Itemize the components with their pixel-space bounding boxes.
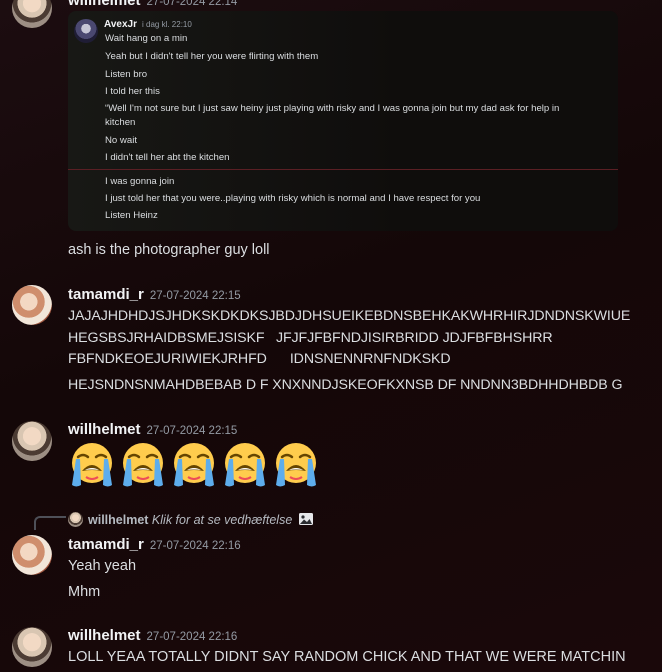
avatar[interactable] [12,627,52,667]
reply-author[interactable]: willhelmet [88,513,148,527]
avatar[interactable] [12,535,52,575]
username[interactable]: willhelmet [68,0,141,9]
username[interactable]: willhelmet [68,421,141,438]
embed-line: Listen Heinz [105,210,158,221]
avatar[interactable] [12,285,52,325]
loudly-crying-face-icon[interactable] [119,441,167,489]
timestamp: 27-07-2024 22:15 [149,290,241,302]
embed-line: I was gonna join [105,176,175,187]
message-text: HEGSBSJRHAIDBSMEJSISKF JFJFJFBFNDJISIRBR… [68,330,553,346]
loudly-crying-face-icon[interactable] [170,441,218,489]
embed-line: I just told her that you were..playing w… [105,193,481,204]
avatar[interactable] [68,512,83,527]
message-header: tamamdi_r 27-07-2024 22:15 [68,286,241,304]
message-header: willhelmet 27-07-2024 22:14 [68,0,237,10]
reply-text[interactable]: Klik for at se vedhæftelse [152,513,292,527]
message-text: Mhm [68,584,101,600]
embed-line: Wait hang on a min [105,33,188,44]
message-text: HEJSNDNSNMAHDBEBAB D F XNXNNDJSKEOFKXNSB… [68,377,623,393]
message-text: LOLL YEAA TOTALLY DIDNT SAY RANDOM CHICK… [68,649,626,665]
embed-line: I didn't tell her abt the kitchen [105,152,230,163]
embed-author: AvexJr [104,19,137,30]
message-header: tamamdi_r 27-07-2024 22:16 [68,536,241,554]
username[interactable]: tamamdi_r [68,286,144,303]
avatar [74,19,98,43]
embed-timestamp: i dag kl. 22:10 [142,20,192,29]
timestamp: 27-07-2024 22:16 [146,631,238,643]
timestamp: 27-07-2024 22:14 [146,0,238,8]
embed-line: “Well I'm not sure but I just saw heiny … [105,103,560,114]
message-text: ash is the photographer guy loll [68,242,270,258]
message-text: Yeah yeah [68,558,137,574]
avatar[interactable] [12,421,52,461]
image-icon [298,513,313,525]
embed-line: I told her this [105,86,160,97]
embed-line: Yeah but I didn't tell her you were flir… [105,51,319,62]
message-header: willhelmet 27-07-2024 22:16 [68,627,237,645]
reply-preview[interactable]: willhelmet Klik for at se vedhæftelse [88,512,314,527]
forwarded-message-embed[interactable]: AvexJr i dag kl. 22:10 Wait hang on a mi… [68,11,618,231]
message-header: willhelmet 27-07-2024 22:15 [68,421,237,439]
reply-connector [34,516,66,530]
timestamp: 27-07-2024 22:16 [149,540,241,552]
loudly-crying-face-icon[interactable] [272,441,320,489]
embed-separator [68,169,618,170]
embed-line: Listen bro [105,69,148,80]
timestamp: 27-07-2024 22:15 [146,425,238,437]
loudly-crying-face-icon[interactable] [68,441,116,489]
username[interactable]: tamamdi_r [68,536,144,553]
message-text: JAJAJHDHDJSJHDKSKDKDKSJBDJDHSUEIKEBDNSBE… [68,308,631,324]
loudly-crying-face-icon[interactable] [221,441,269,489]
username[interactable]: willhelmet [68,627,141,644]
avatar[interactable] [12,0,52,28]
embed-line: No wait [105,135,137,146]
message-text: FBFNDKEOEJURIWIEKJRHFD IDNSNENNRNFNDKSKD [68,351,451,367]
embed-line: kitchen [105,117,136,128]
